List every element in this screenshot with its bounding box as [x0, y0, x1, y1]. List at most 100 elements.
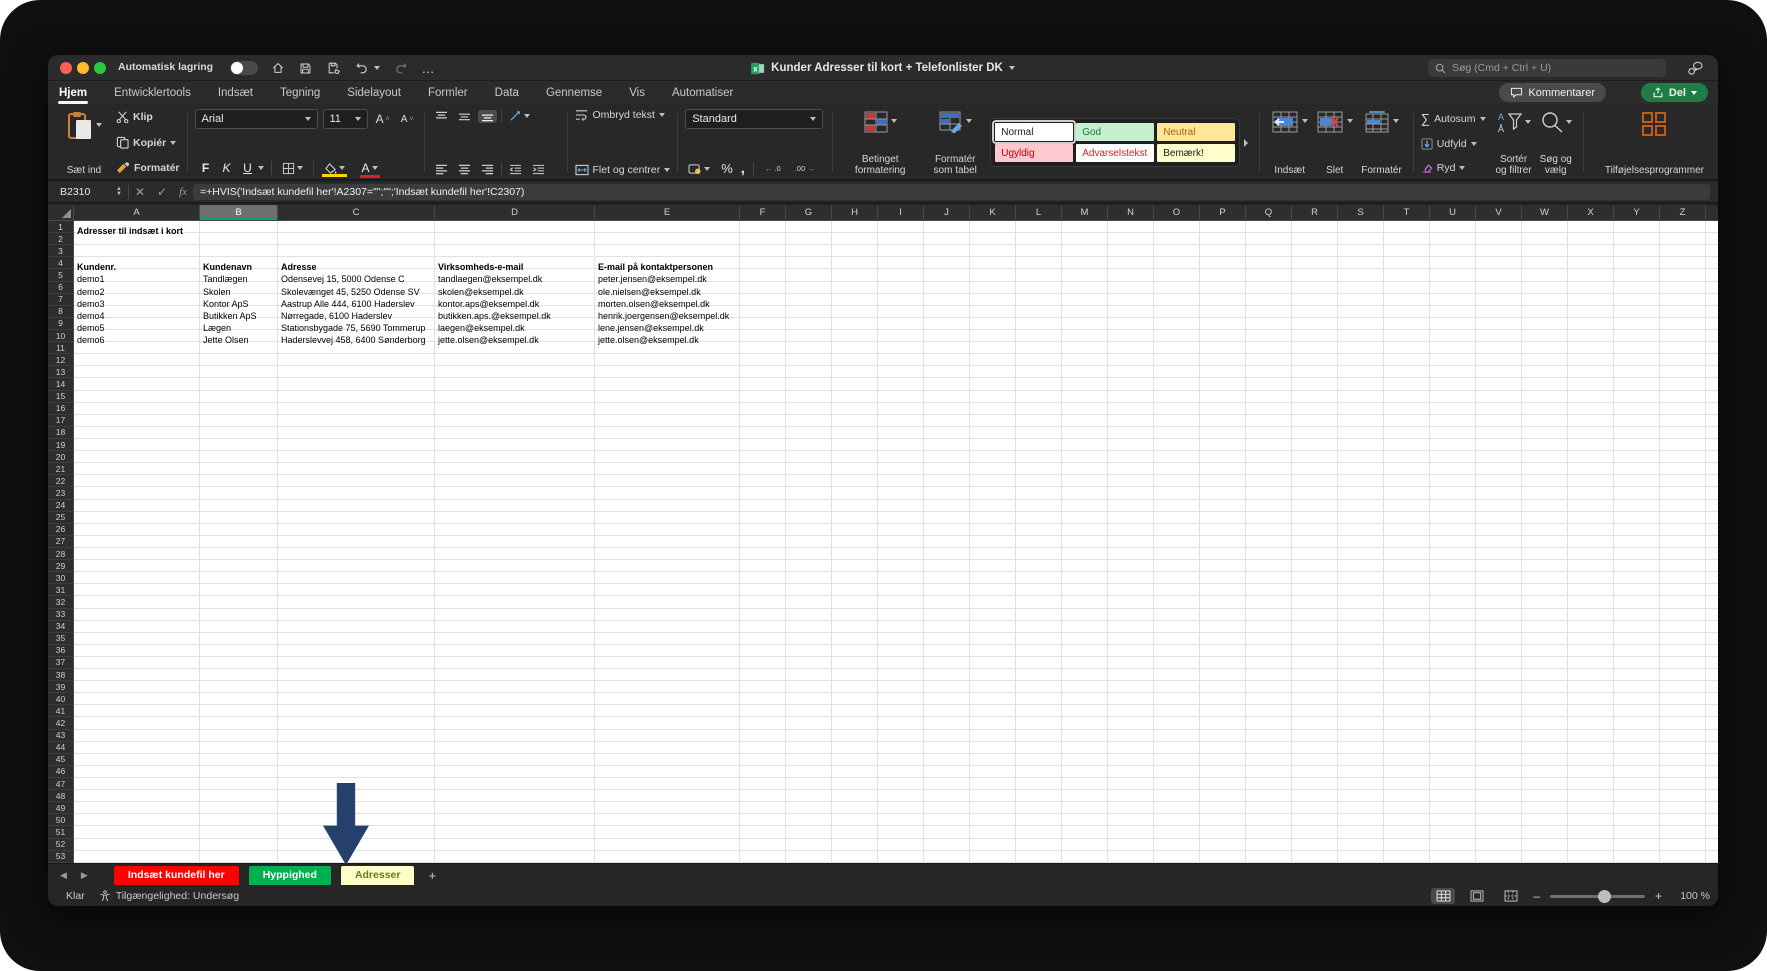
cell-R46[interactable]	[1292, 766, 1338, 778]
paste-dropdown-icon[interactable]	[96, 123, 102, 127]
cell-B23[interactable]	[200, 487, 278, 499]
cell-W14[interactable]	[1522, 378, 1568, 390]
cell-X18[interactable]	[1568, 427, 1614, 439]
cell-F5[interactable]	[740, 269, 786, 281]
cell-B25[interactable]	[200, 512, 278, 524]
cell-S33[interactable]	[1338, 609, 1384, 621]
cell-X1[interactable]	[1568, 221, 1614, 233]
cell-M20[interactable]	[1062, 451, 1108, 463]
cell-V16[interactable]	[1476, 403, 1522, 415]
cell-H28[interactable]	[832, 548, 878, 560]
cell-W39[interactable]	[1522, 681, 1568, 693]
cell-Y52[interactable]	[1614, 839, 1660, 851]
cell-E48[interactable]	[595, 790, 740, 802]
cell-E51[interactable]	[595, 826, 740, 838]
cell-Y53[interactable]	[1614, 851, 1660, 863]
cell-L47[interactable]	[1016, 778, 1062, 790]
cell-J28[interactable]	[924, 548, 970, 560]
cell-Q36[interactable]	[1246, 645, 1292, 657]
cell-F25[interactable]	[740, 512, 786, 524]
cell-P19[interactable]	[1200, 439, 1246, 451]
cell-R4[interactable]	[1292, 257, 1338, 269]
cell-O53[interactable]	[1154, 851, 1200, 863]
row-header-13[interactable]: 13	[48, 366, 74, 378]
cell-Z31[interactable]	[1660, 584, 1706, 596]
cell-A29[interactable]	[74, 560, 200, 572]
add-sheet-button[interactable]: +	[428, 868, 436, 883]
cell-F7[interactable]	[740, 294, 786, 306]
cell-E26[interactable]	[595, 524, 740, 536]
cell-P14[interactable]	[1200, 378, 1246, 390]
cell-E45[interactable]	[595, 754, 740, 766]
cell-O27[interactable]	[1154, 536, 1200, 548]
cell-J47[interactable]	[924, 778, 970, 790]
cell-J25[interactable]	[924, 512, 970, 524]
wrap-text-button[interactable]: Ombryd tekst	[575, 109, 671, 121]
cell-Q30[interactable]	[1246, 572, 1292, 584]
cell-Q1[interactable]	[1246, 221, 1292, 233]
cell-E44[interactable]	[595, 742, 740, 754]
cell-K34[interactable]	[970, 621, 1016, 633]
cell-L25[interactable]	[1016, 512, 1062, 524]
cell-S44[interactable]	[1338, 742, 1384, 754]
cell-H38[interactable]	[832, 669, 878, 681]
cell-L34[interactable]	[1016, 621, 1062, 633]
cell-D49[interactable]	[435, 802, 595, 814]
find-select-button[interactable]: Søg ogvælg	[1536, 109, 1576, 176]
column-header-I[interactable]: I	[878, 205, 924, 221]
cell-R17[interactable]	[1292, 415, 1338, 427]
cell-I15[interactable]	[878, 391, 924, 403]
cell-B44[interactable]	[200, 742, 278, 754]
cell-S20[interactable]	[1338, 451, 1384, 463]
cell-X17[interactable]	[1568, 415, 1614, 427]
menu-tab-gennemse[interactable]: Gennemse	[545, 84, 603, 102]
column-header-N[interactable]: N	[1108, 205, 1154, 221]
cell-H27[interactable]	[832, 536, 878, 548]
menu-tab-vis[interactable]: Vis	[628, 84, 646, 102]
cell-R13[interactable]	[1292, 366, 1338, 378]
cell-N18[interactable]	[1108, 427, 1154, 439]
cancel-icon[interactable]: ✕	[135, 185, 145, 199]
cell-Q12[interactable]	[1246, 354, 1292, 366]
cell-K23[interactable]	[970, 487, 1016, 499]
cell-A27[interactable]	[74, 536, 200, 548]
column-header-U[interactable]: U	[1430, 205, 1476, 221]
cell-K38[interactable]	[970, 669, 1016, 681]
cell-A50[interactable]	[74, 814, 200, 826]
cell-W2[interactable]	[1522, 233, 1568, 245]
cell-U48[interactable]	[1430, 790, 1476, 802]
cell-W51[interactable]	[1522, 826, 1568, 838]
cell-I50[interactable]	[878, 814, 924, 826]
cell-T38[interactable]	[1384, 669, 1430, 681]
cell-G2[interactable]	[786, 233, 832, 245]
enter-icon[interactable]: ✓	[157, 185, 167, 199]
cell-J42[interactable]	[924, 717, 970, 729]
row-header-38[interactable]: 38	[48, 669, 74, 681]
cell-A41[interactable]	[74, 705, 200, 717]
cell-E49[interactable]	[595, 802, 740, 814]
cell-S34[interactable]	[1338, 621, 1384, 633]
cell-D48[interactable]	[435, 790, 595, 802]
cell-G34[interactable]	[786, 621, 832, 633]
align-center-button[interactable]	[455, 163, 474, 176]
cell-P53[interactable]	[1200, 851, 1246, 863]
cell-O23[interactable]	[1154, 487, 1200, 499]
cell-F35[interactable]	[740, 633, 786, 645]
cell-T11[interactable]	[1384, 342, 1430, 354]
column-header-K[interactable]: K	[970, 205, 1016, 221]
cell-E1[interactable]	[595, 221, 740, 233]
cell-N43[interactable]	[1108, 730, 1154, 742]
cell-I37[interactable]	[878, 657, 924, 669]
cell-K5[interactable]	[970, 269, 1016, 281]
cell-V30[interactable]	[1476, 572, 1522, 584]
cell-D37[interactable]	[435, 657, 595, 669]
cell-A21[interactable]	[74, 463, 200, 475]
cell-A24[interactable]	[74, 500, 200, 512]
cell-O37[interactable]	[1154, 657, 1200, 669]
underline-dropdown-icon[interactable]	[258, 166, 264, 170]
cell-R48[interactable]	[1292, 790, 1338, 802]
cell-O35[interactable]	[1154, 633, 1200, 645]
cell-I45[interactable]	[878, 754, 924, 766]
cell-F32[interactable]	[740, 596, 786, 608]
cell-Z47[interactable]	[1660, 778, 1706, 790]
